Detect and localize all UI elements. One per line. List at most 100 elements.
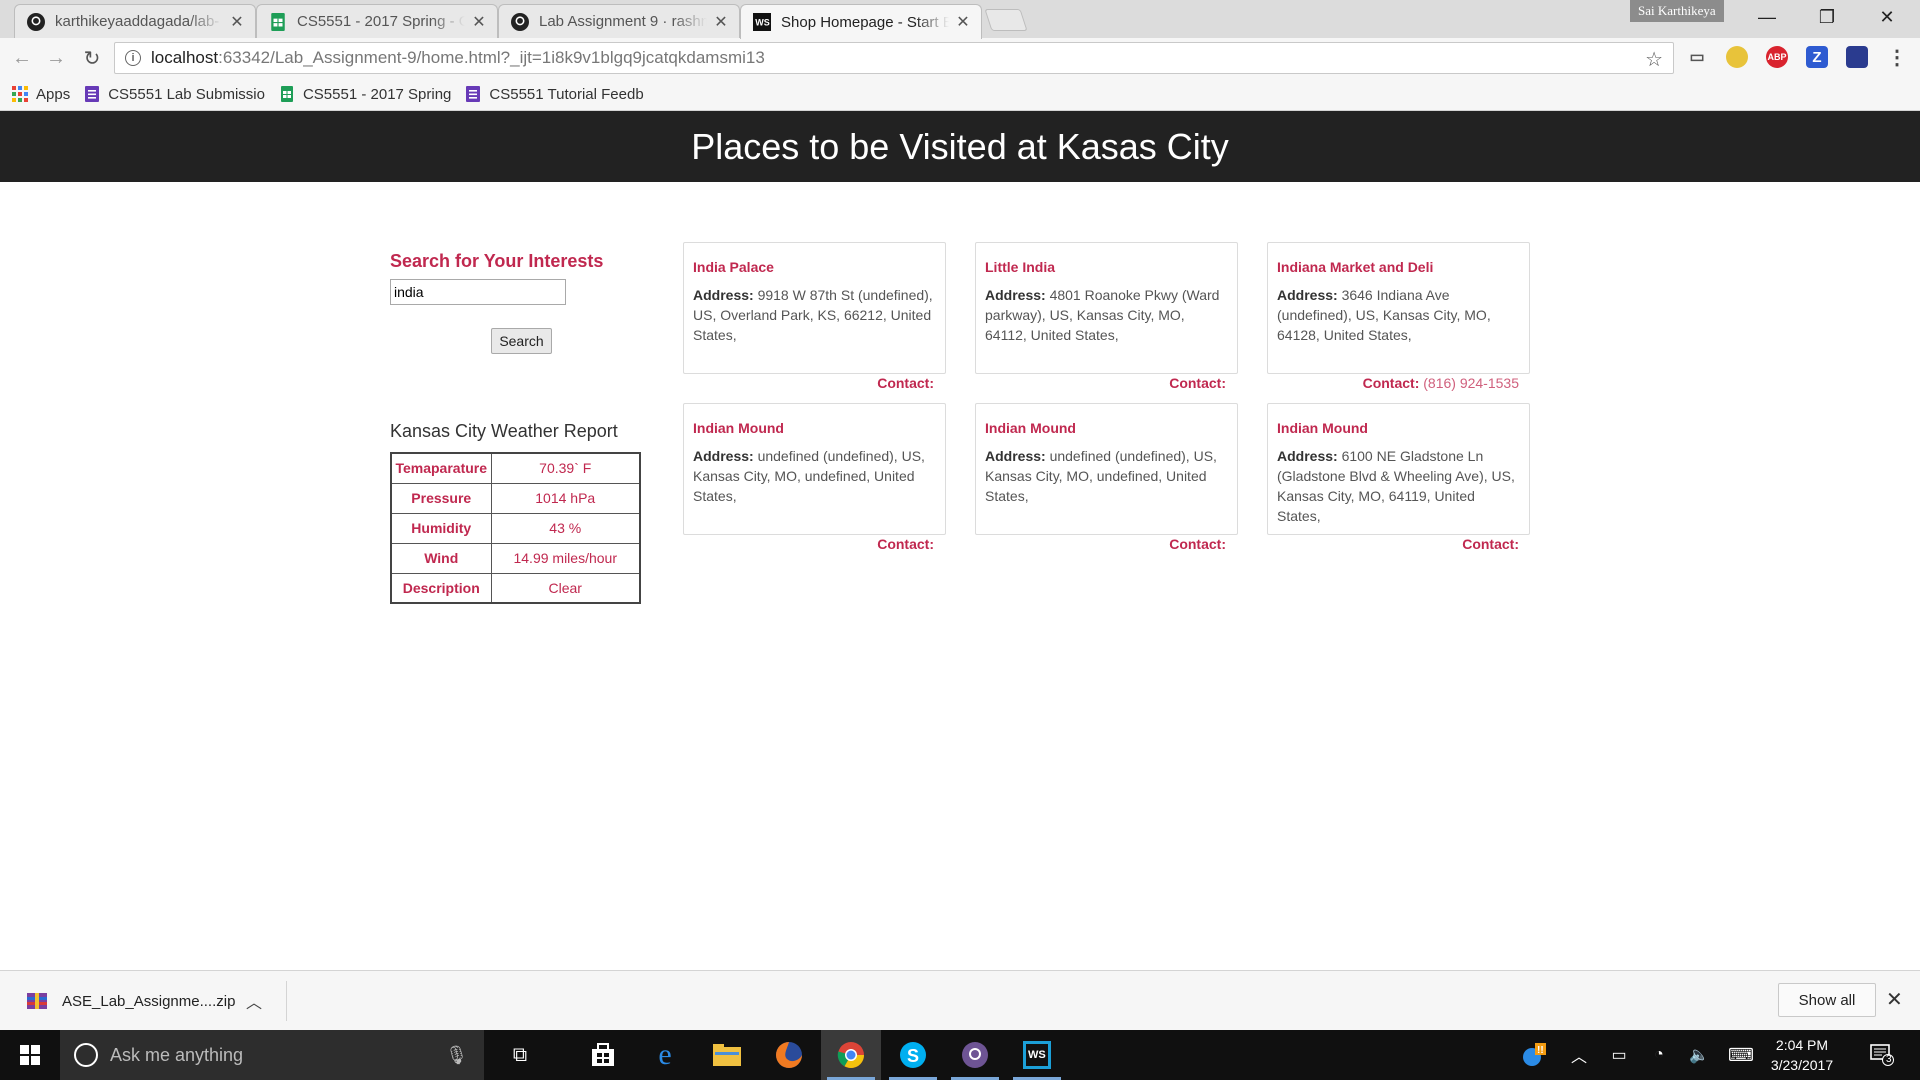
windows-start-button[interactable] — [0, 1030, 60, 1080]
cast-icon[interactable]: ▭ — [1686, 46, 1708, 68]
close-window-icon[interactable]: ✕ — [1858, 0, 1916, 34]
github-icon — [511, 12, 529, 31]
bookmark-star-icon[interactable]: ☆ — [1645, 47, 1663, 72]
action-center-icon[interactable]: 3 — [1860, 1030, 1904, 1080]
new-tab-button[interactable] — [984, 9, 1028, 31]
microphone-icon[interactable]: 🎙 — [445, 1045, 468, 1066]
keyboard-icon[interactable]: ⌨ — [1726, 1030, 1756, 1080]
webstorm-taskbar-icon[interactable]: WS — [1007, 1030, 1067, 1080]
show-all-button[interactable]: Show all — [1778, 983, 1876, 1017]
file-explorer-icon[interactable] — [697, 1030, 757, 1080]
page-title: Places to be Visited at Kasas City — [691, 125, 1229, 167]
task-view-icon[interactable]: ⧉ — [490, 1030, 550, 1080]
weather-value: 43 % — [490, 512, 641, 544]
close-tab-icon[interactable]: ✕ — [955, 12, 971, 32]
minimize-icon[interactable]: — — [1738, 0, 1796, 34]
table-row: Description Clear — [390, 572, 641, 604]
cortana-icon — [74, 1043, 98, 1067]
z-extension-icon[interactable]: Z — [1806, 46, 1828, 68]
url-host: localhost — [151, 48, 219, 67]
tab-github-lab[interactable]: karthikeyaaddagada/lab- ✕ — [14, 4, 256, 38]
svg-text:WS: WS — [1028, 1049, 1046, 1061]
forward-arrow-icon[interactable]: → — [44, 46, 68, 70]
menu-kebab-icon[interactable]: ⋮ — [1886, 46, 1908, 69]
address-bar[interactable]: i localhost:63342/Lab_Assignment-9/home.… — [114, 42, 1674, 74]
place-name[interactable]: Indian Mound — [1277, 420, 1520, 436]
weather-value: 1014 hPa — [490, 482, 641, 514]
battery-icon[interactable]: ▭ — [1604, 1030, 1634, 1080]
weather-value: 70.39` F — [490, 452, 641, 484]
cortana-placeholder: Ask me anything — [110, 1044, 244, 1065]
wifi-icon[interactable]: ◔ — [1644, 1030, 1674, 1080]
tab-title: CS5551 - 2017 Spring - G — [297, 13, 465, 30]
search-button[interactable]: Search — [491, 328, 552, 354]
address-label: Address: — [693, 287, 754, 303]
skype-icon[interactable]: S — [883, 1030, 943, 1080]
back-arrow-icon[interactable]: ← — [10, 46, 34, 70]
table-row: Wind 14.99 miles/hour — [390, 542, 641, 574]
tab-shop-homepage[interactable]: WS Shop Homepage - Start B ✕ — [740, 4, 982, 39]
tab-github-assignment[interactable]: Lab Assignment 9 · rashm ✕ — [498, 4, 740, 38]
place-contact: Contact: — [877, 375, 934, 391]
cortana-search-box[interactable]: Ask me anything 🎙 — [60, 1030, 484, 1080]
github-icon — [27, 12, 45, 31]
weather-label: Wind — [390, 542, 492, 574]
close-tab-icon[interactable]: ✕ — [713, 12, 729, 32]
place-address: Address: 9918 W 87th St (undefined), US,… — [693, 285, 936, 345]
form-icon — [466, 86, 481, 102]
firefox-icon[interactable] — [759, 1030, 819, 1080]
place-name[interactable]: India Palace — [693, 259, 936, 275]
clock-date: 3/23/2017 — [1770, 1057, 1834, 1073]
windows-logo-icon — [20, 1045, 40, 1065]
tab-title: karthikeyaaddagada/lab- — [55, 13, 220, 30]
chrome-icon[interactable] — [821, 1030, 881, 1080]
address-label: Address: — [1277, 448, 1338, 464]
place-name[interactable]: Little India — [985, 259, 1228, 275]
edge-icon[interactable]: e — [635, 1030, 695, 1080]
info-icon[interactable]: i — [125, 50, 141, 66]
bookmark-lab-submission[interactable]: CS5551 Lab Submissio — [84, 86, 265, 103]
bookmark-tutorial-feedback[interactable]: CS5551 Tutorial Feedb — [465, 86, 644, 103]
close-tab-icon[interactable]: ✕ — [471, 12, 487, 32]
tab-title: Shop Homepage - Start B — [781, 13, 949, 31]
place-contact: Contact: — [1169, 375, 1226, 391]
extension-flag-icon[interactable] — [1846, 46, 1868, 68]
restore-icon[interactable]: ❐ — [1798, 0, 1856, 34]
download-item[interactable]: ASE_Lab_Assignme....zip ︿ — [0, 981, 287, 1021]
place-name[interactable]: Indian Mound — [693, 420, 936, 436]
weather-value: 14.99 miles/hour — [490, 542, 641, 574]
download-filename: ASE_Lab_Assignme....zip — [62, 992, 236, 1010]
close-download-bar-icon[interactable]: ✕ — [1886, 987, 1903, 1012]
clock-time: 2:04 PM — [1775, 1037, 1829, 1053]
adblock-plus-icon[interactable]: ABP — [1766, 46, 1788, 68]
reload-icon[interactable]: ↻ — [80, 46, 104, 70]
system-clock[interactable]: 2:04 PM 3/23/2017 — [1760, 1035, 1844, 1075]
search-input[interactable] — [390, 279, 566, 305]
contact-label: Contact: — [877, 375, 934, 391]
place-contact: Contact: — [1169, 536, 1226, 552]
volume-icon[interactable]: 🔈 — [1684, 1030, 1714, 1080]
github-desktop-icon[interactable] — [945, 1030, 1005, 1080]
table-row: Humidity 43 % — [390, 512, 641, 544]
place-name[interactable]: Indiana Market and Deli — [1277, 259, 1520, 275]
chevron-up-icon[interactable]: ︿ — [246, 989, 262, 1013]
store-icon[interactable] — [573, 1030, 633, 1080]
bookmarks-bar: Apps CS5551 Lab Submissio CS5551 - 2017 … — [0, 78, 1920, 111]
svg-text:S: S — [907, 1046, 919, 1066]
close-tab-icon[interactable]: ✕ — [229, 12, 245, 32]
sheets-icon — [271, 12, 285, 31]
windows-taskbar: Ask me anything 🎙 ⧉ e S WS !! ︿ ▭ ◔ 🔈 ⌨ … — [0, 1030, 1920, 1080]
update-notification-icon[interactable]: !! — [1518, 1030, 1550, 1080]
place-card: Indian Mound Address: 6100 NE Gladstone … — [1267, 403, 1530, 535]
place-address: Address: 4801 Roanoke Pkwy (Ward parkway… — [985, 285, 1228, 345]
weather-title: Kansas City Weather Report — [390, 421, 618, 441]
bookmark-apps[interactable]: Apps — [12, 86, 70, 103]
place-name[interactable]: Indian Mound — [985, 420, 1228, 436]
tab-sheets[interactable]: CS5551 - 2017 Spring - G ✕ — [256, 4, 498, 38]
chevron-up-icon[interactable]: ︿ — [1566, 1030, 1592, 1080]
bookmark-spring-sheet[interactable]: CS5551 - 2017 Spring — [279, 86, 451, 103]
address-label: Address: — [985, 287, 1046, 303]
extension-shield-icon[interactable] — [1726, 46, 1748, 68]
profile-badge[interactable]: Sai Karthikeya — [1630, 0, 1724, 22]
place-contact: Contact: — [877, 536, 934, 552]
